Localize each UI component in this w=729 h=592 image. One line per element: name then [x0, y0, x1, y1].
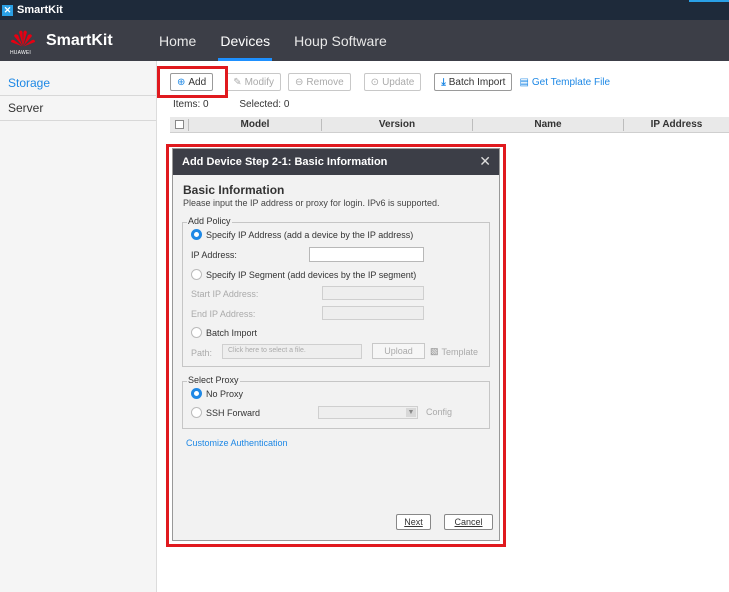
close-icon[interactable]: ✕ [479, 153, 491, 170]
path-input[interactable]: Click here to select a file. [222, 344, 362, 359]
add-device-dialog: Add Device Step 2-1: Basic Information ✕… [172, 148, 500, 541]
window-titlebar: ✕ SmartKit [0, 0, 729, 20]
items-count: Items: 0 [173, 99, 209, 110]
radio-specify-ip[interactable] [191, 229, 202, 240]
ip-address-row: IP Address: [191, 250, 237, 260]
modify-button-label: Modify [244, 76, 275, 88]
device-toolbar: ⊕ Add ✎ Modify ⊖ Remove ⊙ Update ⤓ Batch… [165, 72, 610, 92]
ssh-forward-select[interactable]: ▼ [318, 406, 418, 419]
app-header: HUAWEI SmartKit Home Devices Houp Softwa… [0, 20, 729, 61]
add-button-label: Add [188, 76, 207, 88]
add-policy-legend: Add Policy [187, 216, 232, 226]
option-specify-segment[interactable]: Specify IP Segment (add devices by the I… [191, 269, 416, 280]
titlebar-accent [689, 0, 729, 2]
option-no-proxy-label: No Proxy [206, 388, 244, 399]
config-label: Config [426, 407, 453, 417]
brand-name: SmartKit [46, 31, 113, 49]
path-row: Path: [191, 348, 212, 358]
option-specify-ip[interactable]: Specify IP Address (add a device by the … [191, 229, 413, 240]
radio-ssh-forward[interactable] [191, 407, 202, 418]
column-version[interactable]: Version [321, 118, 472, 131]
sidebar-item-storage[interactable]: Storage [0, 71, 156, 96]
radio-specify-segment[interactable] [191, 269, 202, 280]
dialog-titlebar: Add Device Step 2-1: Basic Information ✕ [173, 149, 499, 175]
end-ip-label: End IP Address: [191, 309, 256, 319]
batch-import-label: Batch Import [448, 76, 506, 88]
dialog-subheading: Please input the IP address or proxy for… [183, 198, 440, 208]
modify-button[interactable]: ✎ Modify [226, 73, 282, 91]
logo-text: HUAWEI [10, 49, 32, 56]
template-label: Template [441, 346, 479, 357]
option-ssh-forward[interactable]: SSH Forward [191, 407, 260, 418]
end-ip-input[interactable] [322, 306, 424, 320]
cancel-button-label: Cancel [454, 517, 483, 527]
ip-address-input[interactable] [309, 247, 424, 262]
path-placeholder: Click here to select a file. [228, 347, 306, 354]
add-policy-group: Add Policy Specify IP Address (add a dev… [182, 216, 490, 367]
sidebar-item-server[interactable]: Server [0, 96, 156, 121]
pencil-icon: ✎ [233, 76, 242, 88]
selected-count: Selected: 0 [239, 99, 290, 110]
update-button-label: Update [382, 76, 415, 88]
select-proxy-legend: Select Proxy [187, 375, 240, 385]
get-template-label: Get Template File [531, 76, 611, 88]
config-link[interactable]: Config [426, 407, 452, 417]
option-batch-import-label: Batch Import [206, 327, 258, 338]
next-button[interactable]: Next [396, 514, 431, 530]
radio-batch-import[interactable] [191, 327, 202, 338]
nav-devices[interactable]: Devices [208, 20, 282, 61]
chevron-down-icon: ▼ [406, 408, 416, 417]
update-button[interactable]: ⊙ Update [363, 73, 422, 91]
start-ip-label: Start IP Address: [191, 289, 259, 299]
column-name[interactable]: Name [472, 118, 623, 131]
nav-home[interactable]: Home [147, 20, 208, 61]
template-link[interactable]: ▧ Template [430, 346, 478, 357]
column-model[interactable]: Model [188, 118, 321, 131]
select-proxy-group: Select Proxy No Proxy SSH Forward ▼ Conf… [182, 375, 490, 429]
huawei-logo-icon: HUAWEI [10, 28, 36, 56]
main-nav: Home Devices Houp Software [147, 20, 399, 61]
customize-authentication-link[interactable]: Customize Authentication [186, 438, 288, 448]
batch-import-button[interactable]: ⤓ Batch Import [434, 73, 513, 91]
dialog-heading: Basic Information [183, 183, 285, 197]
option-no-proxy[interactable]: No Proxy [191, 388, 243, 399]
remove-button-label: Remove [306, 76, 344, 88]
brand: HUAWEI SmartKit [0, 28, 147, 56]
window-title: SmartKit [17, 4, 63, 16]
minus-circle-icon: ⊖ [295, 76, 304, 88]
radio-no-proxy[interactable] [191, 388, 202, 399]
plus-circle-icon: ⊕ [177, 76, 186, 88]
path-label: Path: [191, 348, 213, 358]
get-template-file-link[interactable]: ▤ Get Template File [519, 77, 610, 88]
nav-houp-software[interactable]: Houp Software [282, 20, 399, 61]
add-button[interactable]: ⊕ Add [170, 73, 214, 91]
smartkit-app-icon: ✕ [2, 4, 13, 16]
start-ip-input[interactable] [322, 286, 424, 300]
update-icon: ⊙ [370, 76, 380, 88]
document-icon: ▤ [519, 76, 529, 88]
ip-address-label: IP Address: [191, 250, 237, 260]
sidebar: Storage Server [0, 61, 157, 592]
option-ssh-forward-label: SSH Forward [206, 407, 261, 418]
option-specify-ip-label: Specify IP Address (add a device by the … [206, 229, 414, 240]
cancel-button[interactable]: Cancel [444, 514, 493, 530]
next-button-label: Next [404, 517, 423, 527]
end-ip-row: End IP Address: [191, 309, 255, 319]
import-icon: ⤓ [441, 76, 446, 88]
start-ip-row: Start IP Address: [191, 289, 258, 299]
select-all-checkbox[interactable] [170, 119, 188, 131]
device-table-header: Model Version Name IP Address [170, 117, 729, 133]
option-specify-segment-label: Specify IP Segment (add devices by the I… [206, 269, 417, 280]
template-icon: ▧ [430, 346, 439, 356]
item-counts: Items: 0 Selected: 0 [173, 99, 317, 110]
column-ip-address[interactable]: IP Address [623, 118, 729, 131]
dialog-title: Add Device Step 2-1: Basic Information [182, 156, 388, 168]
option-batch-import[interactable]: Batch Import [191, 327, 257, 338]
remove-button[interactable]: ⊖ Remove [288, 73, 351, 91]
upload-button[interactable]: Upload [372, 343, 425, 359]
